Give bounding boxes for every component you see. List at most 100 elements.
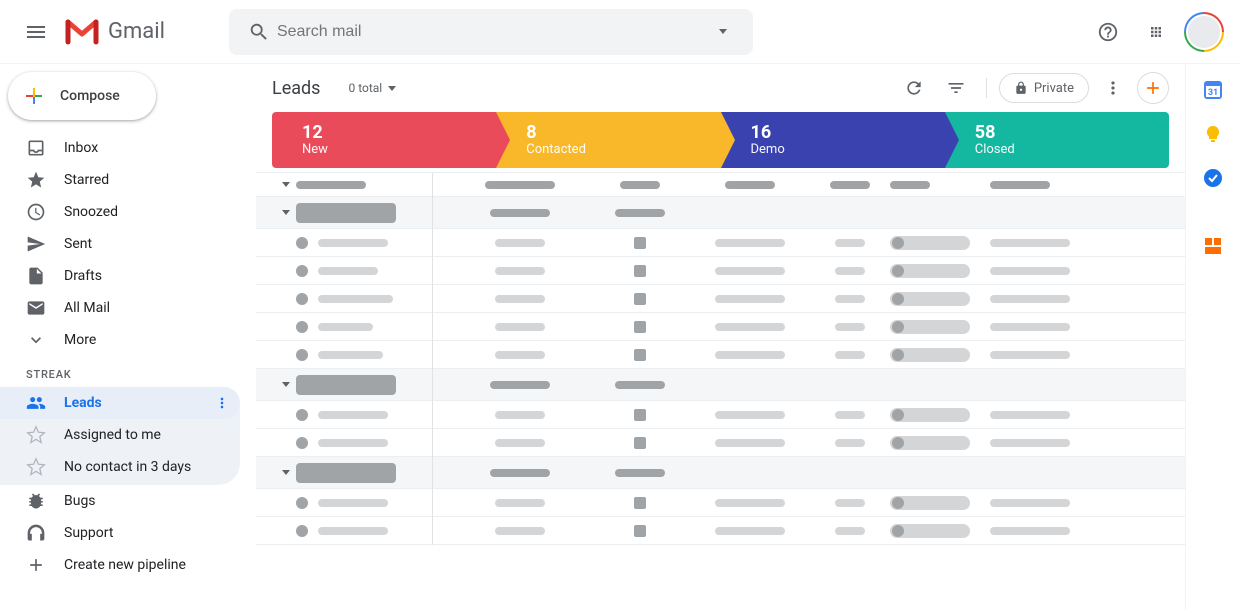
streak-no-contact[interactable]: No contact in 3 days xyxy=(0,451,240,483)
nav-sent[interactable]: Sent xyxy=(0,228,240,260)
compose-button[interactable]: Compose xyxy=(8,72,156,120)
nav-more[interactable]: More xyxy=(0,324,240,356)
pipeline-count-dropdown[interactable]: 0 total xyxy=(348,81,396,95)
table-row[interactable] xyxy=(256,257,1185,285)
account-button[interactable] xyxy=(1184,12,1224,52)
chevron-down-icon xyxy=(282,470,290,475)
gmail-header: Gmail xyxy=(0,0,1240,64)
column-header[interactable] xyxy=(485,181,555,189)
cell xyxy=(990,323,1070,331)
refresh-button[interactable] xyxy=(896,70,932,106)
stage-closed[interactable]: 58 Closed xyxy=(945,112,1169,168)
nav-label: Leads xyxy=(64,395,102,411)
cell xyxy=(990,351,1070,359)
nav-create-pipeline[interactable]: Create new pipeline xyxy=(0,549,240,581)
refresh-icon xyxy=(904,78,924,98)
table-row[interactable] xyxy=(256,429,1185,457)
table-row[interactable] xyxy=(256,229,1185,257)
search-options-button[interactable] xyxy=(705,29,741,34)
support-button[interactable] xyxy=(1088,12,1128,52)
group-summary xyxy=(490,381,550,389)
group-label xyxy=(296,463,396,483)
streak-leads[interactable]: Leads xyxy=(0,387,240,419)
main-menu-button[interactable] xyxy=(12,8,60,56)
search-input[interactable] xyxy=(277,23,705,41)
nav-label: Support xyxy=(64,525,113,541)
streak-panel-button[interactable] xyxy=(1203,236,1223,256)
side-panel: 31 xyxy=(1186,64,1240,610)
stage-new[interactable]: 12 New xyxy=(272,112,496,168)
table-row[interactable] xyxy=(256,489,1185,517)
stage-contacted[interactable]: 8 Contacted xyxy=(496,112,720,168)
chevron-down-icon xyxy=(26,330,46,350)
nav-support[interactable]: Support xyxy=(0,517,240,549)
column-header[interactable] xyxy=(296,181,366,189)
more-vert-icon xyxy=(1103,78,1123,98)
leads-menu-button[interactable] xyxy=(214,395,230,411)
cell xyxy=(495,527,545,535)
lock-icon xyxy=(1014,81,1028,95)
table-group-row[interactable] xyxy=(256,457,1185,489)
table-row[interactable] xyxy=(256,517,1185,545)
clock-icon xyxy=(26,202,46,222)
cell xyxy=(634,321,646,333)
column-header[interactable] xyxy=(725,181,775,189)
sidebar: Compose Inbox Starred Snoozed Sent Draft… xyxy=(0,64,256,610)
nav-inbox[interactable]: Inbox xyxy=(0,132,240,164)
private-button[interactable]: Private xyxy=(999,73,1089,103)
streak-leads-group: Leads Assigned to me No contact in 3 day… xyxy=(0,387,240,485)
gmail-m-icon xyxy=(64,18,100,46)
tasks-app-button[interactable] xyxy=(1203,168,1223,188)
bug-icon xyxy=(26,491,46,511)
column-header[interactable] xyxy=(620,181,660,189)
table-header-row xyxy=(256,173,1185,197)
stage-demo[interactable]: 16 Demo xyxy=(721,112,945,168)
cell xyxy=(634,265,646,277)
nav-starred[interactable]: Starred xyxy=(0,164,240,196)
cell xyxy=(990,295,1070,303)
keep-app-button[interactable] xyxy=(1203,124,1223,144)
group-label xyxy=(296,375,396,395)
nav-drafts[interactable]: Drafts xyxy=(0,260,240,292)
table-group-row[interactable] xyxy=(256,197,1185,229)
apps-button[interactable] xyxy=(1136,12,1176,52)
status-dot xyxy=(296,497,308,509)
cell xyxy=(318,411,388,419)
table-group-row[interactable] xyxy=(256,369,1185,401)
cell-pill xyxy=(890,496,970,510)
column-header[interactable] xyxy=(990,181,1050,189)
filter-button[interactable] xyxy=(938,70,974,106)
cell xyxy=(495,439,545,447)
mail-icon xyxy=(26,298,46,318)
stage-name: New xyxy=(302,142,496,157)
more-button[interactable] xyxy=(1095,70,1131,106)
calendar-app-button[interactable]: 31 xyxy=(1203,80,1223,100)
cell xyxy=(318,527,388,535)
cell xyxy=(835,351,865,359)
table-row[interactable] xyxy=(256,341,1185,369)
column-header[interactable] xyxy=(830,181,870,189)
nav-all-mail[interactable]: All Mail xyxy=(0,292,240,324)
cell xyxy=(634,437,646,449)
cell xyxy=(835,323,865,331)
table-row[interactable] xyxy=(256,401,1185,429)
table-row[interactable] xyxy=(256,313,1185,341)
cell xyxy=(990,527,1070,535)
streak-assigned[interactable]: Assigned to me xyxy=(0,419,240,451)
gmail-logo[interactable]: Gmail xyxy=(64,18,165,46)
search-container xyxy=(229,9,753,55)
nav-snoozed[interactable]: Snoozed xyxy=(0,196,240,228)
search-box[interactable] xyxy=(229,9,753,55)
expand-all-button[interactable] xyxy=(276,182,296,187)
column-header[interactable] xyxy=(890,181,930,189)
cell xyxy=(835,527,865,535)
pipeline-stages: 12 New 8 Contacted 16 Demo 58 Closed xyxy=(272,112,1169,168)
add-button[interactable] xyxy=(1137,72,1169,104)
status-dot xyxy=(296,525,308,537)
table-row[interactable] xyxy=(256,285,1185,313)
chevron-down-icon xyxy=(719,29,727,34)
nav-bugs[interactable]: Bugs xyxy=(0,485,240,517)
cell xyxy=(715,323,785,331)
cell xyxy=(990,499,1070,507)
compose-label: Compose xyxy=(60,88,120,104)
